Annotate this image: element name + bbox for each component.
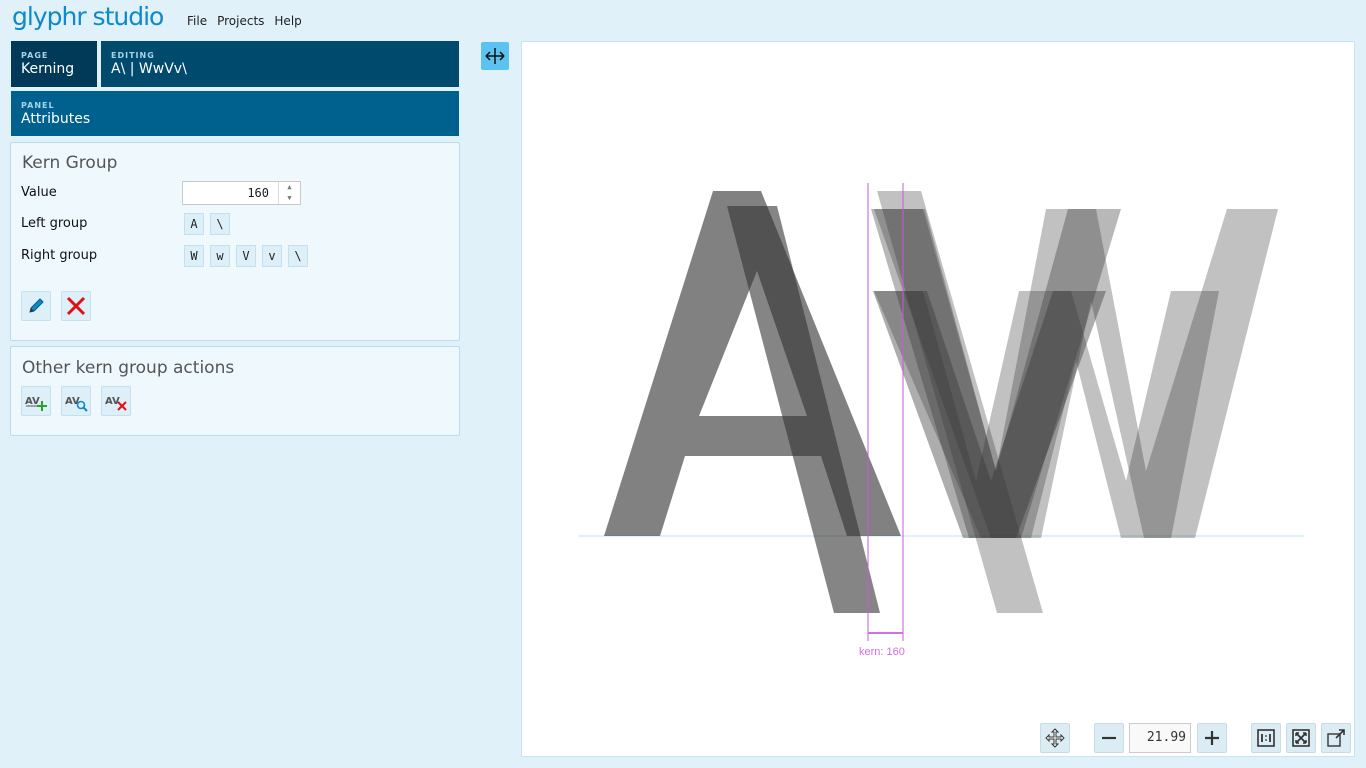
delete-all-kern-groups-icon: AV — [105, 396, 127, 411]
right-group-char[interactable]: w — [210, 245, 230, 267]
zoom-out-button[interactable] — [1094, 723, 1124, 753]
delete-all-kern-groups-button[interactable]: AV — [101, 386, 131, 416]
zoom-in-button[interactable] — [1197, 723, 1227, 753]
add-kern-group-icon: AV — [25, 396, 47, 411]
kern-value-stepper[interactable]: ▲ ▼ — [278, 182, 300, 204]
kern-value-label: kern: 160 — [859, 646, 905, 658]
pan-button[interactable] — [1040, 723, 1070, 753]
left-group-label: Left group — [21, 216, 88, 231]
glyph-canvas[interactable] — [521, 41, 1355, 757]
nav-editing-button[interactable]: EDITING A\ | WwVv\ — [101, 41, 459, 87]
actual-size-icon — [1257, 729, 1275, 747]
left-group-char[interactable]: A — [184, 213, 204, 235]
menu-bar: File Projects Help — [187, 14, 302, 28]
kern-value-text: 160 — [247, 186, 269, 200]
delete-icon — [66, 296, 86, 316]
other-actions-title: Other kern group actions — [22, 358, 235, 378]
nav-panel-button[interactable]: PANEL Attributes — [11, 91, 459, 136]
stepper-up-icon[interactable]: ▲ — [279, 182, 300, 193]
zoom-level-input[interactable]: 21.99 — [1129, 723, 1191, 753]
popout-button[interactable] — [1321, 723, 1351, 753]
fit-icon — [1292, 729, 1310, 747]
zoom-in-icon — [1205, 731, 1219, 745]
left-group-char[interactable]: \ — [210, 213, 230, 235]
nav-page-caption: PAGE — [21, 51, 49, 60]
edit-icon — [29, 298, 44, 313]
nav-page-value: Kerning — [21, 61, 75, 77]
kern-value-input[interactable]: 160 ▲ ▼ — [182, 181, 301, 205]
kern-group-card: Kern Group Value 160 ▲ ▼ Left group A \ … — [10, 142, 460, 341]
app-logo: glyphr studio — [12, 2, 164, 31]
right-group-char[interactable]: v — [262, 245, 282, 267]
kern-tool-icon — [485, 48, 505, 64]
kern-tool-button[interactable] — [481, 42, 509, 70]
nav-editing-caption: EDITING — [111, 51, 155, 60]
nav-panel-value: Attributes — [21, 111, 91, 127]
svg-text:AV: AV — [105, 396, 120, 407]
right-group-label: Right group — [21, 248, 98, 263]
right-group-char[interactable]: W — [184, 245, 204, 267]
menu-projects[interactable]: Projects — [217, 14, 264, 28]
delete-kern-group-button[interactable] — [61, 291, 91, 321]
menu-help[interactable]: Help — [274, 14, 301, 28]
left-group-chips: A \ — [184, 213, 230, 235]
kern-group-title: Kern Group — [22, 153, 118, 173]
glyph-preview — [579, 183, 1304, 641]
stepper-down-icon[interactable]: ▼ — [279, 193, 300, 204]
nav-editing-value: A\ | WwVv\ — [111, 61, 187, 77]
nav-page-button[interactable]: PAGE Kerning — [11, 41, 97, 87]
edit-kern-group-button[interactable] — [21, 291, 51, 321]
actual-size-button[interactable] — [1251, 723, 1281, 753]
find-kern-group-icon: AV — [65, 396, 88, 412]
other-actions-card: Other kern group actions AV AV AV — [10, 346, 460, 436]
glyph-backslash — [727, 206, 880, 613]
fit-to-screen-button[interactable] — [1286, 723, 1316, 753]
nav-panel-caption: PANEL — [21, 101, 55, 110]
right-group-char[interactable]: V — [236, 245, 256, 267]
popout-icon — [1327, 729, 1345, 747]
add-kern-group-button[interactable]: AV — [21, 386, 51, 416]
right-group-chips: W w V v \ — [184, 245, 308, 267]
menu-file[interactable]: File — [187, 14, 207, 28]
pan-icon — [1045, 728, 1065, 748]
value-label: Value — [21, 185, 57, 200]
right-group-char[interactable]: \ — [288, 245, 308, 267]
find-kern-group-button[interactable]: AV — [61, 386, 91, 416]
zoom-out-icon — [1102, 736, 1116, 740]
